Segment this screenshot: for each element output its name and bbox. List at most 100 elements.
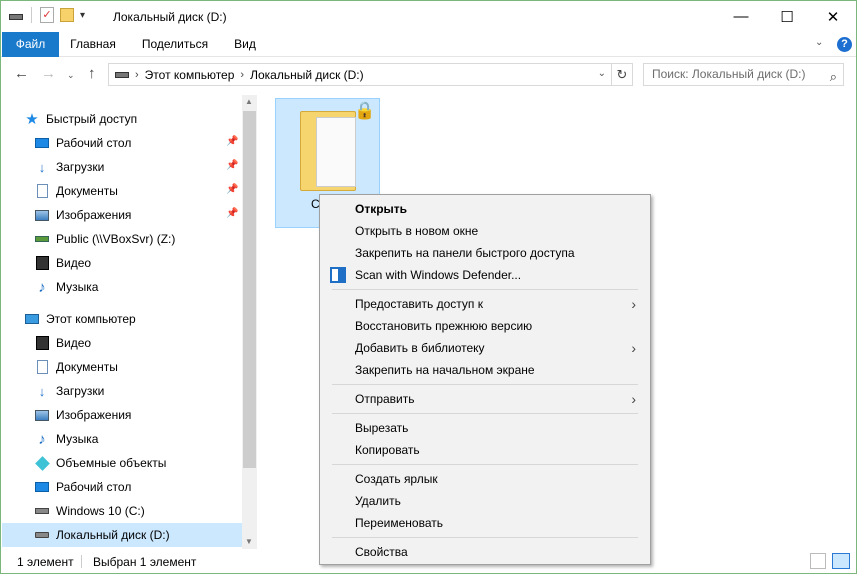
sidebar-item-label: Windows 10 (C:) bbox=[56, 504, 145, 518]
up-button[interactable]: ↑ bbox=[88, 65, 96, 82]
desktop-icon bbox=[34, 135, 50, 151]
ribbon-tabs: Файл Главная Поделиться Вид ⌄ ? bbox=[1, 32, 856, 57]
pictures-icon bbox=[34, 207, 50, 223]
sidebar-item-label: Видео bbox=[56, 256, 92, 270]
pin-icon[interactable]: 📌 bbox=[226, 184, 238, 195]
breadcrumb-separator[interactable]: › bbox=[135, 69, 139, 81]
defender-shield-icon bbox=[330, 267, 346, 283]
minimize-icon: — bbox=[733, 8, 749, 25]
menu-item-add-library[interactable]: Добавить в библиотеку › bbox=[322, 337, 648, 359]
scroll-down-icon[interactable]: ▼ bbox=[245, 537, 253, 546]
breadcrumb-local-disk[interactable]: Локальный диск (D:) bbox=[250, 68, 364, 82]
sidebar-item-downloads[interactable]: ↓ Загрузки 📌 bbox=[2, 155, 242, 179]
close-icon: ✕ bbox=[826, 8, 840, 26]
pin-icon[interactable]: 📌 bbox=[226, 136, 238, 147]
forward-button[interactable]: → bbox=[41, 65, 56, 82]
menu-item-delete[interactable]: Удалить bbox=[322, 490, 648, 512]
network-drive-icon bbox=[34, 231, 50, 247]
search-icon[interactable]: ⌕ bbox=[830, 66, 837, 87]
menu-item-copy[interactable]: Копировать bbox=[322, 439, 648, 461]
quick-access-toolbar: ✓ ▾ bbox=[9, 7, 85, 23]
status-divider bbox=[81, 555, 82, 568]
tab-file[interactable]: Файл bbox=[2, 32, 59, 57]
sidebar-scroll-thumb[interactable] bbox=[243, 111, 256, 468]
tab-home[interactable]: Главная bbox=[61, 32, 125, 57]
music-icon: ♪ bbox=[38, 278, 46, 296]
large-icons-view-icon[interactable] bbox=[832, 553, 850, 569]
menu-item-open[interactable]: Открыть bbox=[322, 198, 648, 220]
sidebar-item-quick-access[interactable]: ★ Быстрый доступ bbox=[2, 107, 242, 131]
menu-item-send-to[interactable]: Отправить › bbox=[322, 388, 648, 410]
sidebar-item-video[interactable]: Видео bbox=[2, 251, 242, 275]
sidebar-item-windows-drive[interactable]: Windows 10 (C:) bbox=[2, 499, 242, 523]
sidebar-item-documents[interactable]: Документы bbox=[2, 355, 242, 379]
search-placeholder: Поиск: Локальный диск (D:) bbox=[652, 67, 806, 81]
recent-locations-icon[interactable]: ⌄ bbox=[67, 70, 75, 81]
sidebar-item-pictures[interactable]: Изображения bbox=[2, 403, 242, 427]
sidebar-item-downloads[interactable]: ↓ Загрузки bbox=[2, 379, 242, 403]
menu-item-open-new-window[interactable]: Открыть в новом окне bbox=[322, 220, 648, 242]
sidebar-item-label: Музыка bbox=[56, 280, 99, 294]
sidebar-item-label: Загрузки bbox=[56, 384, 105, 398]
sidebar-item-label: Изображения bbox=[56, 408, 132, 422]
sidebar-item-label: Видео bbox=[56, 336, 92, 350]
breadcrumb-this-pc[interactable]: Этот компьютер bbox=[145, 68, 235, 82]
details-view-icon[interactable] bbox=[810, 553, 826, 569]
video-icon bbox=[34, 255, 50, 271]
sidebar-item-music[interactable]: ♪ Музыка bbox=[2, 275, 242, 299]
menu-item-label: Отправить bbox=[355, 392, 415, 406]
desktop-icon bbox=[34, 479, 50, 495]
sidebar-item-desktop[interactable]: Рабочий стол 📌 bbox=[2, 131, 242, 155]
sidebar-item-label: Рабочий стол bbox=[56, 480, 132, 494]
menu-item-scan-defender[interactable]: Scan with Windows Defender... bbox=[322, 264, 648, 286]
expand-ribbon-icon[interactable]: ⌄ bbox=[815, 37, 823, 48]
sidebar-item-pictures[interactable]: Изображения 📌 bbox=[2, 203, 242, 227]
sidebar-item-3d-objects[interactable]: Объемные объекты bbox=[2, 451, 242, 475]
menu-item-create-shortcut[interactable]: Создать ярлык bbox=[322, 468, 648, 490]
menu-item-rename[interactable]: Переименовать bbox=[322, 512, 648, 534]
sidebar-item-desktop[interactable]: Рабочий стол bbox=[2, 475, 242, 499]
maximize-button[interactable]: ☐ bbox=[764, 1, 810, 32]
address-bar[interactable]: › Этот компьютер › Локальный диск (D:) ⌄ bbox=[108, 63, 612, 86]
tab-share[interactable]: Поделиться bbox=[133, 32, 217, 57]
computer-icon bbox=[24, 311, 40, 327]
drive-icon bbox=[115, 71, 129, 78]
sidebar-item-music[interactable]: ♪ Музыка bbox=[2, 427, 242, 451]
menu-item-pin-start[interactable]: Закрепить на начальном экране bbox=[322, 359, 648, 381]
lock-icon: 🔒 bbox=[354, 101, 376, 120]
menu-separator bbox=[332, 413, 638, 414]
explorer-window: ✓ ▾ Локальный диск (D:) — ☐ ✕ Файл Главн… bbox=[0, 0, 857, 574]
new-folder-icon[interactable] bbox=[60, 8, 74, 22]
properties-check-icon[interactable]: ✓ bbox=[40, 7, 54, 23]
menu-separator bbox=[332, 289, 638, 290]
drive-icon[interactable] bbox=[9, 14, 23, 20]
search-input[interactable]: Поиск: Локальный диск (D:) ⌕ bbox=[643, 63, 844, 86]
tab-view[interactable]: Вид bbox=[223, 32, 267, 57]
sidebar-item-label: Public (\\VBoxSvr) (Z:) bbox=[56, 232, 176, 246]
close-button[interactable]: ✕ bbox=[810, 1, 856, 32]
sidebar-item-video[interactable]: Видео bbox=[2, 331, 242, 355]
menu-item-pin-quick-access[interactable]: Закрепить на панели быстрого доступа bbox=[322, 242, 648, 264]
address-dropdown-icon[interactable]: ⌄ bbox=[598, 68, 606, 79]
menu-item-give-access[interactable]: Предоставить доступ к › bbox=[322, 293, 648, 315]
sidebar-item-public-share[interactable]: Public (\\VBoxSvr) (Z:) bbox=[2, 227, 242, 251]
pin-icon[interactable]: 📌 bbox=[226, 160, 238, 171]
customize-chevron-icon[interactable]: ▾ bbox=[80, 10, 85, 21]
chevron-right-icon: › bbox=[631, 391, 636, 407]
sidebar-item-documents[interactable]: Документы 📌 bbox=[2, 179, 242, 203]
minimize-button[interactable]: — bbox=[718, 1, 764, 32]
sidebar-item-local-disk-d[interactable]: Локальный диск (D:) bbox=[2, 523, 242, 547]
back-button[interactable]: ← bbox=[14, 65, 29, 82]
sidebar-item-this-pc[interactable]: Этот компьютер bbox=[2, 307, 242, 331]
pictures-icon bbox=[34, 407, 50, 423]
menu-separator bbox=[332, 384, 638, 385]
menu-item-restore-versions[interactable]: Восстановить прежнюю версию bbox=[322, 315, 648, 337]
windows-drive-icon bbox=[34, 503, 50, 519]
music-icon: ♪ bbox=[38, 430, 46, 448]
menu-item-cut[interactable]: Вырезать bbox=[322, 417, 648, 439]
breadcrumb-separator[interactable]: › bbox=[240, 69, 244, 81]
pin-icon[interactable]: 📌 bbox=[226, 208, 238, 219]
help-icon[interactable]: ? bbox=[837, 37, 852, 52]
scroll-up-icon[interactable]: ▲ bbox=[245, 97, 253, 106]
refresh-button[interactable]: ↻ bbox=[612, 63, 633, 86]
